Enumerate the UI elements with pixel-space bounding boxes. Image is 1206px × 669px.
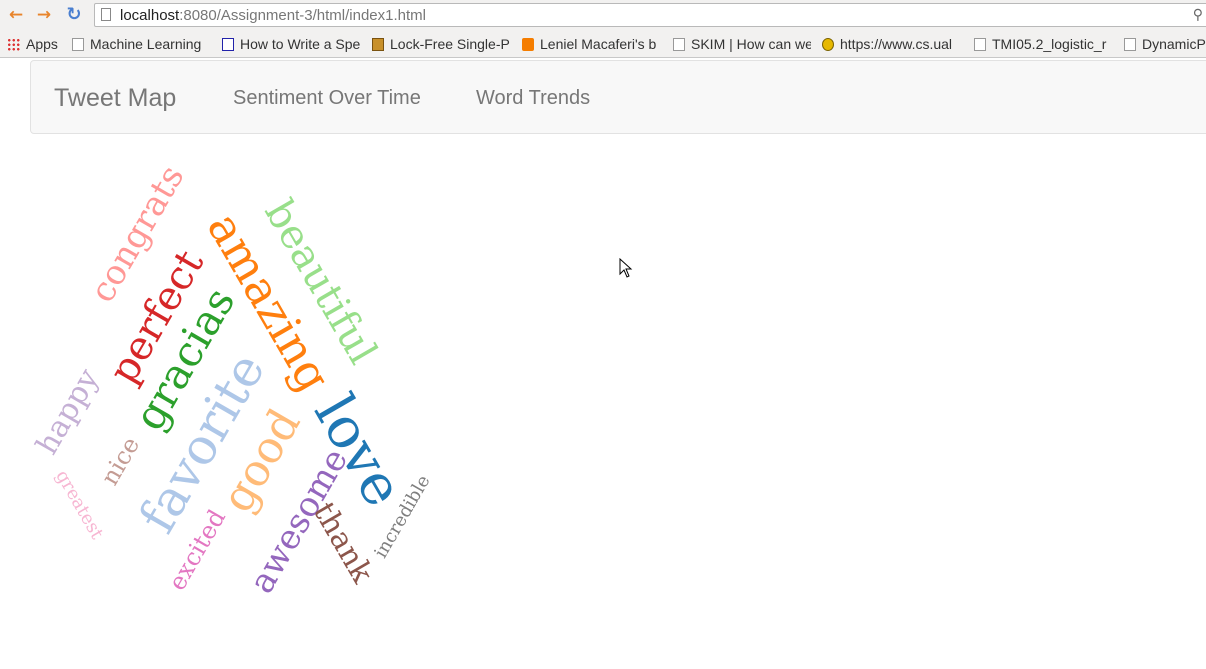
reload-icon[interactable]: ↻ [64, 6, 84, 24]
site-icon [372, 38, 384, 51]
bookmark-item[interactable]: How to Write a Spe [222, 35, 360, 53]
page-icon [101, 8, 111, 21]
page-icon [72, 38, 84, 51]
bookmark-item[interactable]: Leniel Macaferi's b [522, 35, 662, 53]
bookmark-item[interactable]: Lock-Free Single-P [372, 35, 510, 53]
brand-link[interactable]: Tweet Map [54, 84, 176, 113]
blogger-icon [522, 38, 534, 51]
apps-grid-icon [7, 38, 20, 51]
back-arrow-icon[interactable]: ← [6, 6, 26, 24]
page-icon [974, 38, 986, 51]
word-cloud: congrats perfect amazing beautiful graci… [0, 140, 600, 640]
bookmark-item[interactable]: https://www.cs.ual [822, 35, 974, 53]
page-icon [673, 38, 685, 51]
zoom-icon[interactable]: ⚲ [1193, 7, 1203, 23]
bookmark-item[interactable]: TMI05.2_logistic_r [974, 35, 1110, 53]
cloud-word-nice: nice [95, 432, 146, 490]
forward-arrow-icon[interactable]: → [34, 6, 54, 24]
url-text[interactable]: localhost:8080/Assignment-3/html/index1.… [120, 7, 426, 24]
bookmark-item[interactable]: DynamicP [1124, 35, 1206, 53]
address-bar[interactable]: localhost:8080/Assignment-3/html/index1.… [94, 3, 1206, 27]
bookmark-item[interactable]: Machine Learning [72, 35, 206, 53]
nav-sentiment-over-time[interactable]: Sentiment Over Time [233, 87, 421, 110]
app-navbar: Tweet Map Sentiment Over Time Word Trend… [30, 60, 1206, 134]
cloud-word-greatest: greatest [51, 466, 108, 543]
cloud-word-happy: happy [29, 362, 107, 461]
nav-word-trends[interactable]: Word Trends [476, 87, 590, 110]
browser-toolbar: ← → ↻ localhost:8080/Assignment-3/html/i… [0, 0, 1206, 30]
mouse-cursor-icon [619, 258, 633, 278]
bookmark-apps[interactable]: Apps [7, 35, 65, 53]
bookmark-item[interactable]: SKIM | How can we [673, 35, 811, 53]
site-icon [222, 38, 234, 51]
site-icon [822, 38, 834, 51]
page-icon [1124, 38, 1136, 51]
bookmarks-bar: Apps Machine Learning How to Write a Spe… [0, 30, 1206, 58]
